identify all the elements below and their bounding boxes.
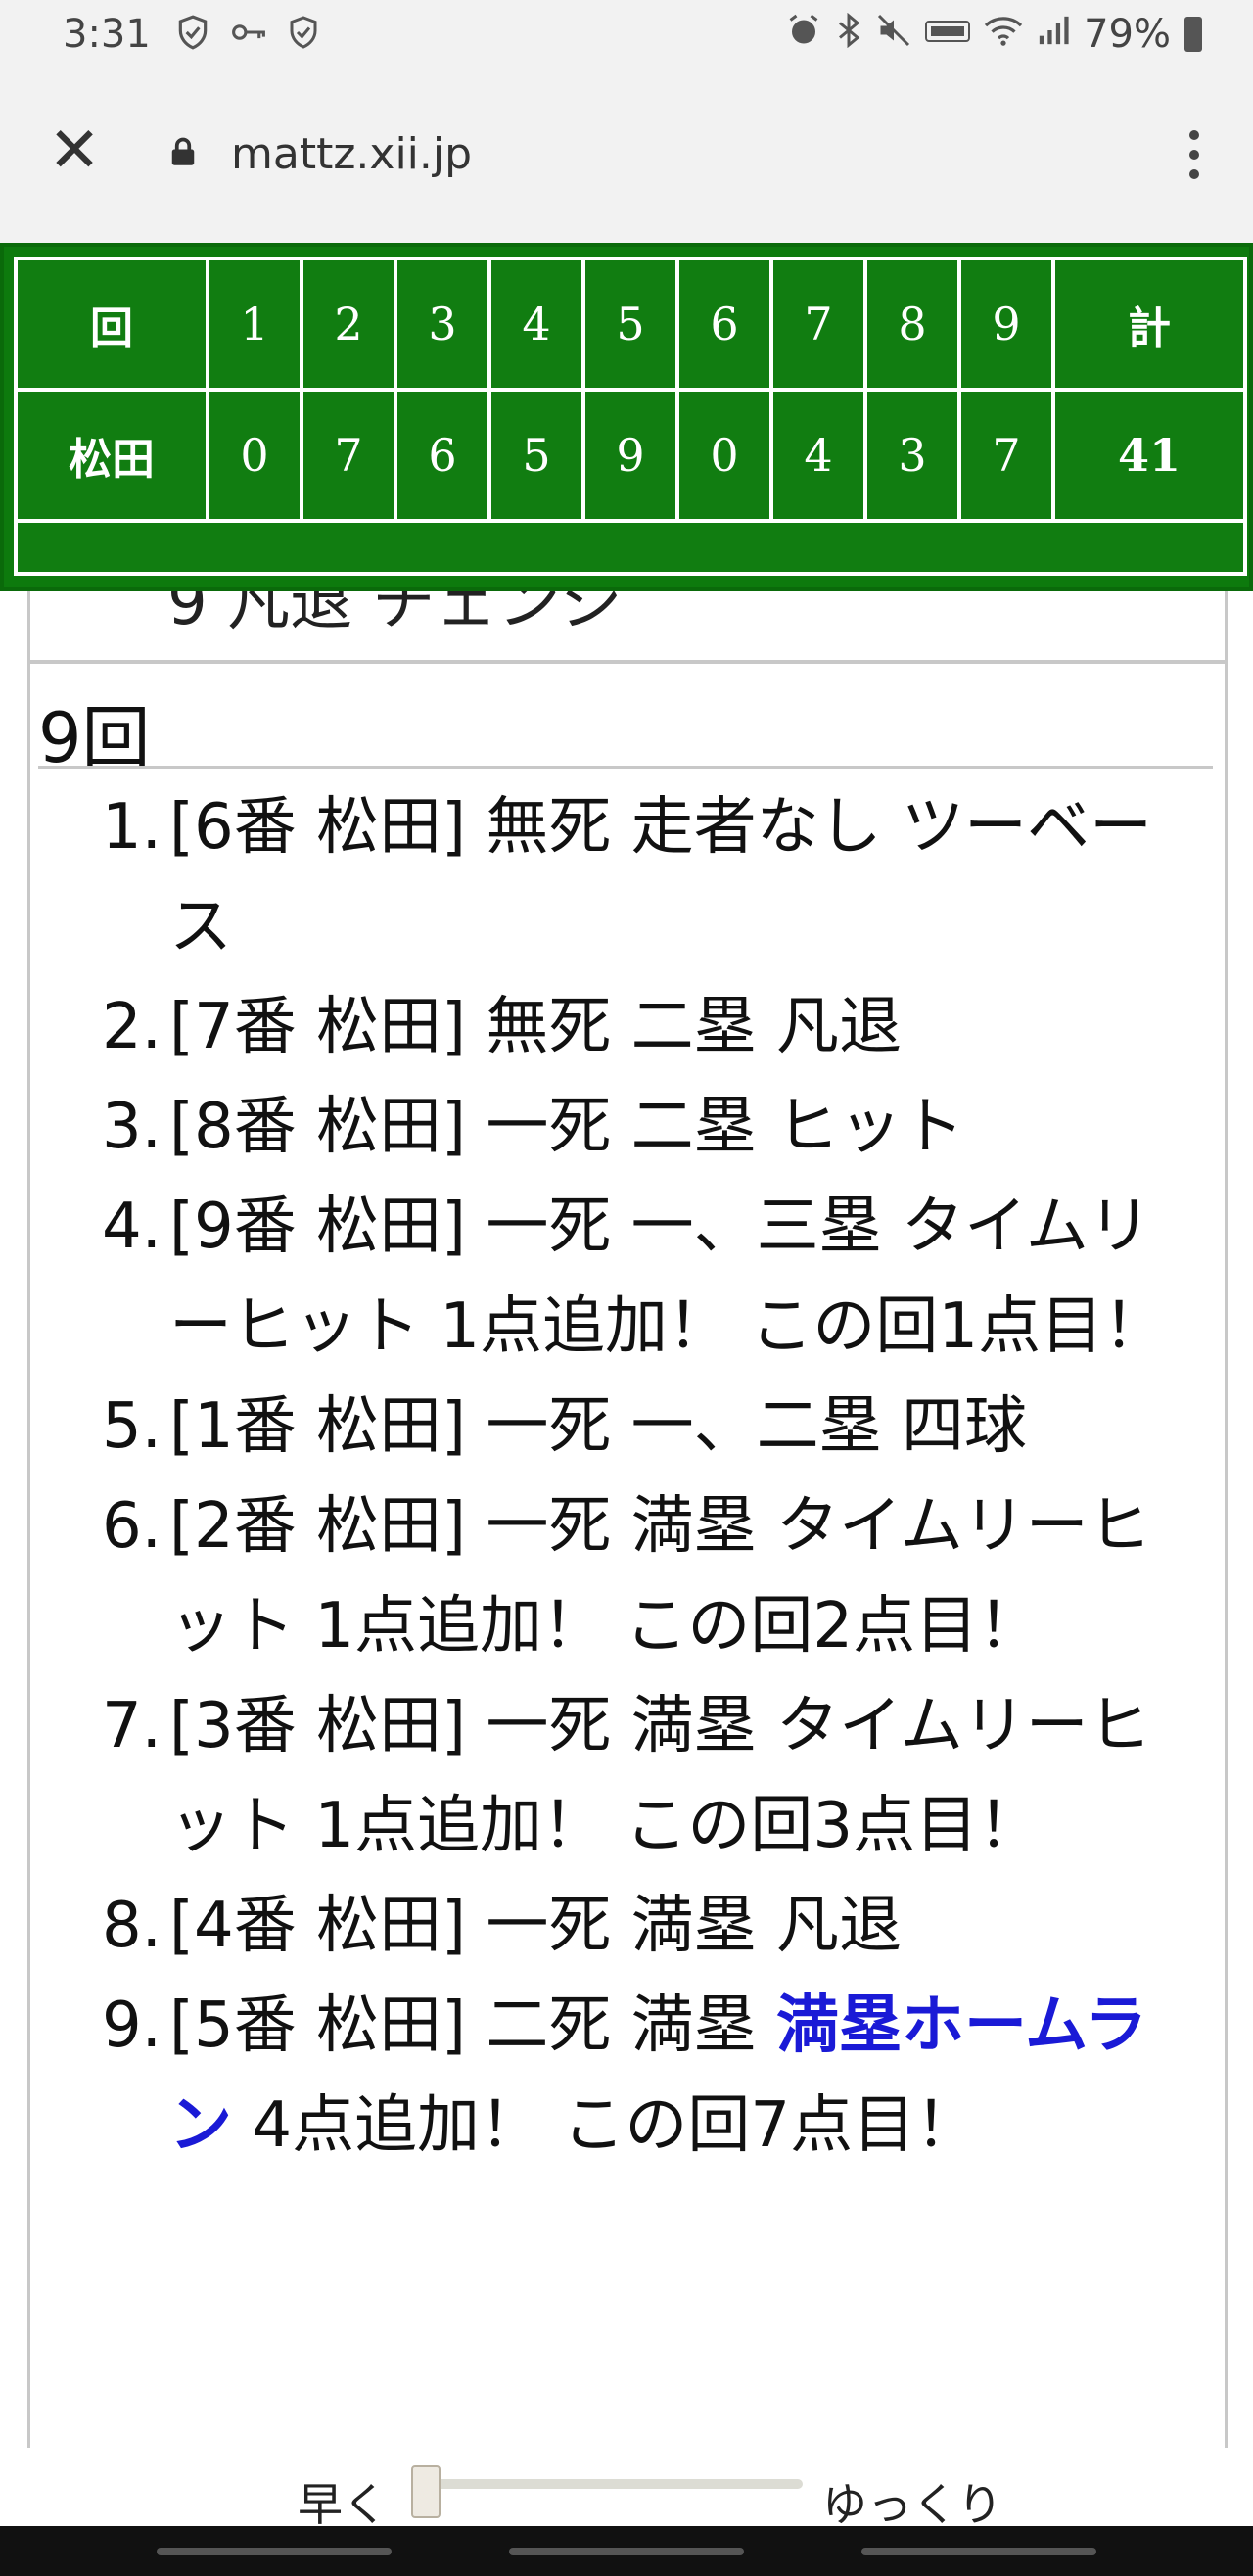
score-team-row: 松田 0 7 6 5 9 0 4 3 7 41 (14, 388, 1247, 523)
inning-number: 1 (206, 257, 303, 392)
score-footer-row (14, 519, 1247, 576)
play-text: [7番 松田] 無死 二塁 凡退 (169, 991, 903, 1063)
play-number: 8. (101, 1890, 162, 1962)
inning-number: 3 (394, 257, 491, 392)
total-score: 41 (1051, 388, 1247, 523)
play-number: 6. (101, 1490, 162, 1563)
status-left-icons (174, 14, 321, 60)
inning-number: 5 (581, 257, 679, 392)
browser-toolbar: ✕ mattz.xii.jp (0, 76, 1253, 243)
inning-score: 5 (487, 388, 585, 523)
score-footer-cell (14, 519, 1247, 576)
list-item: 2. [7番 松田] 無死 二塁 凡退 (30, 977, 1225, 1077)
play-number: 9. (101, 1990, 162, 2062)
inning-score: 7 (300, 388, 397, 523)
play-number: 5. (101, 1390, 162, 1463)
list-item: 1. [6番 松田] 無死 走者なし ツーベース (30, 777, 1225, 977)
inning-header-label: 回 (14, 257, 209, 392)
play-text: [9番 松田] 一死 一、三塁 タイムリーヒット 1点追加！ この回1点目！ (169, 1191, 1167, 1363)
status-time: 3:31 (63, 12, 151, 57)
score-header-row: 回 1 2 3 4 5 6 7 8 9 計 (14, 257, 1247, 392)
shield-check-icon (174, 14, 211, 60)
play-text: [2番 松田] 一死 満塁 タイムリーヒット 1点追加！ この回2点目！ (169, 1490, 1151, 1663)
lock-icon (171, 137, 195, 165)
inning-number: 4 (487, 257, 585, 392)
play-text: [4番 松田] 一死 満塁 凡退 (169, 1890, 903, 1962)
battery-percent: 79% (1084, 12, 1171, 57)
nav-recents-handle[interactable] (157, 2548, 392, 2555)
wifi-icon (984, 13, 1023, 57)
battery-icon (1184, 17, 1202, 52)
speed-fast-label: 早く (298, 2478, 388, 2531)
scoreboard: 回 1 2 3 4 5 6 7 8 9 計 松田 0 7 6 5 9 0 4 3… (0, 243, 1253, 591)
play-list: 1. [6番 松田] 無死 走者なし ツーベース 2. [7番 松田] 無死 二… (30, 777, 1225, 2176)
signal-icon (1037, 14, 1070, 56)
play-number: 7. (101, 1690, 162, 1762)
status-bar: 3:31 79% (0, 0, 1253, 76)
list-item: 7. [3番 松田] 一死 満塁 タイムリーヒット 1点追加！ この回3点目！ (30, 1676, 1225, 1876)
inning-score: 7 (957, 388, 1055, 523)
list-item: 4. [9番 松田] 一死 一、三塁 タイムリーヒット 1点追加！ この回1点目… (30, 1177, 1225, 1377)
list-item: 6. [2番 松田] 一死 満塁 タイムリーヒット 1点追加！ この回2点目！ (30, 1476, 1225, 1676)
inning-score: 0 (206, 388, 303, 523)
play-text: [5番 松田] 二死 満塁 満塁ホームラン 4点追加！ この回7点目！ (169, 1976, 1225, 2176)
speed-control: 早く ゆっくり (0, 2448, 1253, 2531)
divider (30, 660, 1225, 664)
list-item: 8. [4番 松田] 一死 満塁 凡退 (30, 1876, 1225, 1976)
play-text: [6番 松田] 無死 走者なし ツーベース (169, 791, 1153, 963)
speed-slider-thumb[interactable] (411, 2465, 441, 2518)
play-number: 3. (101, 1091, 162, 1163)
inning-score: 0 (675, 388, 773, 523)
inning-number: 2 (300, 257, 397, 392)
shield-icon (286, 14, 321, 60)
list-item: 9. [5番 松田] 二死 満塁 満塁ホームラン 4点追加！ この回7点目！ (30, 1976, 1225, 2176)
inning-number: 9 (957, 257, 1055, 392)
play-text-before: [5番 松田] 二死 満塁 (169, 1990, 777, 2062)
nav-back-handle[interactable] (861, 2548, 1096, 2555)
speed-slider-track[interactable] (411, 2479, 803, 2489)
alarm-icon (786, 13, 821, 57)
play-text: [1番 松田] 一死 一、二塁 四球 (169, 1390, 1028, 1463)
inning-number: 6 (675, 257, 773, 392)
speed-slow-label: ゆっくり (822, 2478, 1002, 2531)
score-table: 回 1 2 3 4 5 6 7 8 9 計 松田 0 7 6 5 9 0 4 3… (14, 257, 1247, 576)
list-item: 3. [8番 松田] 一死 二塁 ヒット (30, 1077, 1225, 1177)
inning-number: 7 (769, 257, 867, 392)
overflow-menu-icon[interactable] (1175, 116, 1214, 194)
play-text-after: 4点追加！ この回7点目！ (232, 2089, 979, 2162)
play-number: 2. (101, 991, 162, 1063)
play-text: [3番 松田] 一死 満塁 タイムリーヒット 1点追加！ この回3点目！ (169, 1690, 1151, 1862)
play-log: 9 凡退 チェンジ 9回 1. [6番 松田] 無死 走者なし ツーベース 2.… (27, 591, 1228, 2448)
inning-score: 4 (769, 388, 867, 523)
previous-inning-tail: 9 凡退 チェンジ (167, 591, 624, 639)
play-text: [8番 松田] 一死 二塁 ヒット (169, 1091, 965, 1163)
bluetooth-icon (835, 12, 862, 57)
inning-score: 3 (863, 388, 961, 523)
close-icon[interactable]: ✕ (39, 116, 110, 186)
inning-score: 6 (394, 388, 491, 523)
list-item: 5. [1番 松田] 一死 一、二塁 四球 (30, 1377, 1225, 1476)
divider (38, 766, 1213, 769)
status-right: 79% (786, 12, 1202, 57)
play-number: 1. (101, 791, 162, 864)
key-icon (229, 14, 268, 60)
system-nav-bar (0, 2526, 1253, 2576)
play-number: 4. (101, 1191, 162, 1263)
volte-icon (925, 15, 971, 55)
url-text[interactable]: mattz.xii.jp (231, 129, 472, 179)
mute-icon (876, 13, 911, 57)
team-name: 松田 (14, 388, 209, 523)
total-header-label: 計 (1051, 257, 1247, 392)
inning-score: 9 (581, 388, 679, 523)
nav-home-handle[interactable] (509, 2548, 744, 2555)
inning-number: 8 (863, 257, 961, 392)
